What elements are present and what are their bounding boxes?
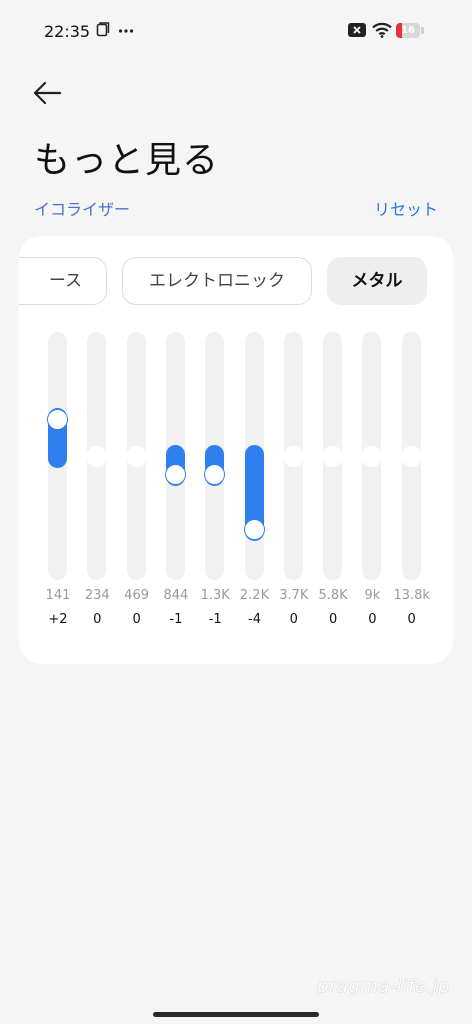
eq-band: 9k 0 [352,332,392,632]
eq-band: 2.2K -4 [235,332,275,632]
preset-chip-electronic[interactable]: エレクトロニック [122,257,312,305]
page-title: もっと見る [34,140,220,181]
eq-slider-knob[interactable] [125,445,147,467]
eq-band: 844 -1 [156,332,196,632]
back-arrow-icon [33,81,62,105]
eq-band-gain: 0 [407,612,416,627]
watermark: pragma-life.jp [317,976,450,997]
more-icon [118,22,134,42]
eq-slider-knob[interactable] [322,445,344,467]
equalizer-sliders: 141 +2 234 0 469 0 844 -1 1.3K -1 2.2K -4 3.7K 0 5.8K 0… [19,332,453,632]
eq-band: 1.3K -1 [195,332,235,632]
eq-band: 141 +2 [38,332,78,632]
eq-band: 234 0 [77,332,117,632]
eq-band: 5.8K 0 [313,332,353,632]
eq-band: 469 0 [117,332,157,632]
eq-slider-knob[interactable] [243,518,265,540]
copy-icon [96,22,110,42]
eq-slider-knob[interactable] [204,463,226,485]
preset-chip-metal-selected[interactable]: メタル [327,257,427,305]
back-button[interactable] [30,78,66,108]
equalizer-label: イコライザー [34,200,131,219]
status-time: 22:35 [44,22,91,41]
preset-chip-partial[interactable]: ース [19,257,107,305]
notification-close-icon [348,22,366,42]
home-indicator[interactable] [153,1012,319,1017]
reset-button[interactable]: リセット [374,196,438,220]
eq-band: 3.7K 0 [274,332,314,632]
eq-band: 13.8k 0 [392,332,432,632]
eq-slider-knob[interactable] [47,409,68,430]
eq-slider-knob[interactable] [282,445,304,467]
eq-slider-knob[interactable] [86,445,108,467]
eq-band-frequency: 13.8k [393,588,430,603]
battery-icon: 16 [396,23,420,38]
equalizer-card: ース エレクトロニック メタル 141 +2 234 0 469 0 844 -1 1.3K -1… [19,236,453,664]
wifi-icon [372,22,392,42]
status-bar: 22:35 16 [0,0,472,64]
eq-slider-knob[interactable] [164,463,186,485]
eq-slider-knob[interactable] [361,445,383,467]
battery-cap [421,27,424,34]
eq-slider-knob[interactable] [400,445,422,467]
battery-level: 16 [401,25,415,36]
